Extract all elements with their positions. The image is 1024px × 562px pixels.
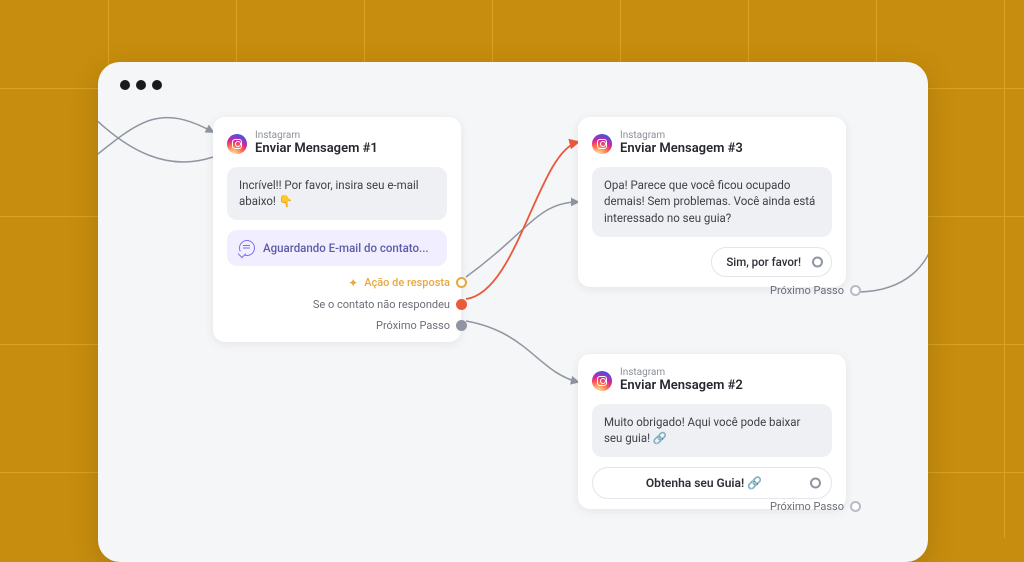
- port-label: Se o contato não respondeu: [313, 298, 450, 311]
- card-header: Instagram Enviar Mensagem #3: [592, 131, 832, 157]
- message-bubble: Opa! Parece que você ficou ocupado demai…: [592, 167, 832, 237]
- platform-label: Instagram: [620, 131, 743, 141]
- port-action-response[interactable]: ✦ Ação de resposta: [348, 276, 447, 290]
- port-next-step[interactable]: Próximo Passo: [770, 500, 861, 513]
- output-ports: ✦ Ação de resposta Se o contato não resp…: [227, 276, 447, 332]
- flow-node-msg3[interactable]: Instagram Enviar Mensagem #3 Opa! Parece…: [578, 117, 846, 287]
- cta-link-button[interactable]: Obtenha seu Guia! 🔗: [592, 467, 832, 499]
- flow-node-msg2[interactable]: Instagram Enviar Mensagem #2 Muito obrig…: [578, 354, 846, 509]
- port-next-step[interactable]: Próximo Passo: [770, 284, 861, 297]
- instagram-icon: [592, 371, 612, 391]
- instagram-icon: [592, 134, 612, 154]
- card-title: Enviar Mensagem #1: [255, 141, 378, 157]
- message-bubble: Muito obrigado! Aqui você pode baixar se…: [592, 404, 832, 457]
- chat-icon: [239, 240, 255, 256]
- port-next-step[interactable]: Próximo Passo: [376, 319, 447, 332]
- window-dot: [152, 80, 162, 90]
- waiting-email-step[interactable]: Aguardando E-mail do contato...: [227, 230, 447, 266]
- port-label: Próximo Passo: [770, 500, 844, 513]
- option-label: Sim, por favor!: [726, 255, 801, 269]
- port-dot[interactable]: [456, 299, 467, 310]
- zap-icon: ✦: [348, 276, 358, 290]
- port-label: Ação de resposta: [364, 276, 450, 289]
- window-dot: [136, 80, 146, 90]
- card-title: Enviar Mensagem #3: [620, 141, 743, 157]
- port-dot[interactable]: [810, 477, 821, 488]
- port-dot[interactable]: [850, 501, 861, 512]
- port-dot[interactable]: [850, 285, 861, 296]
- cta-label: Obtenha seu Guia! 🔗: [646, 476, 762, 490]
- window-controls: [120, 80, 162, 90]
- card-header: Instagram Enviar Mensagem #1: [227, 131, 447, 157]
- instagram-icon: [227, 134, 247, 154]
- platform-label: Instagram: [620, 368, 743, 378]
- port-dot[interactable]: [456, 320, 467, 331]
- waiting-label: Aguardando E-mail do contato...: [263, 241, 429, 255]
- app-window: Instagram Enviar Mensagem #1 Incrível!! …: [98, 62, 928, 562]
- message-bubble: Incrível!! Por favor, insira seu e-mail …: [227, 167, 447, 220]
- port-label: Próximo Passo: [376, 319, 450, 332]
- window-dot: [120, 80, 130, 90]
- card-header: Instagram Enviar Mensagem #2: [592, 368, 832, 394]
- card-title: Enviar Mensagem #2: [620, 378, 743, 394]
- port-dot[interactable]: [812, 256, 823, 267]
- port-no-reply[interactable]: Se o contato não respondeu: [313, 298, 447, 311]
- port-label: Próximo Passo: [770, 284, 844, 297]
- reply-option-button[interactable]: Sim, por favor!: [711, 247, 832, 277]
- flow-node-msg1[interactable]: Instagram Enviar Mensagem #1 Incrível!! …: [213, 117, 461, 342]
- platform-label: Instagram: [255, 131, 378, 141]
- port-dot[interactable]: [456, 277, 467, 288]
